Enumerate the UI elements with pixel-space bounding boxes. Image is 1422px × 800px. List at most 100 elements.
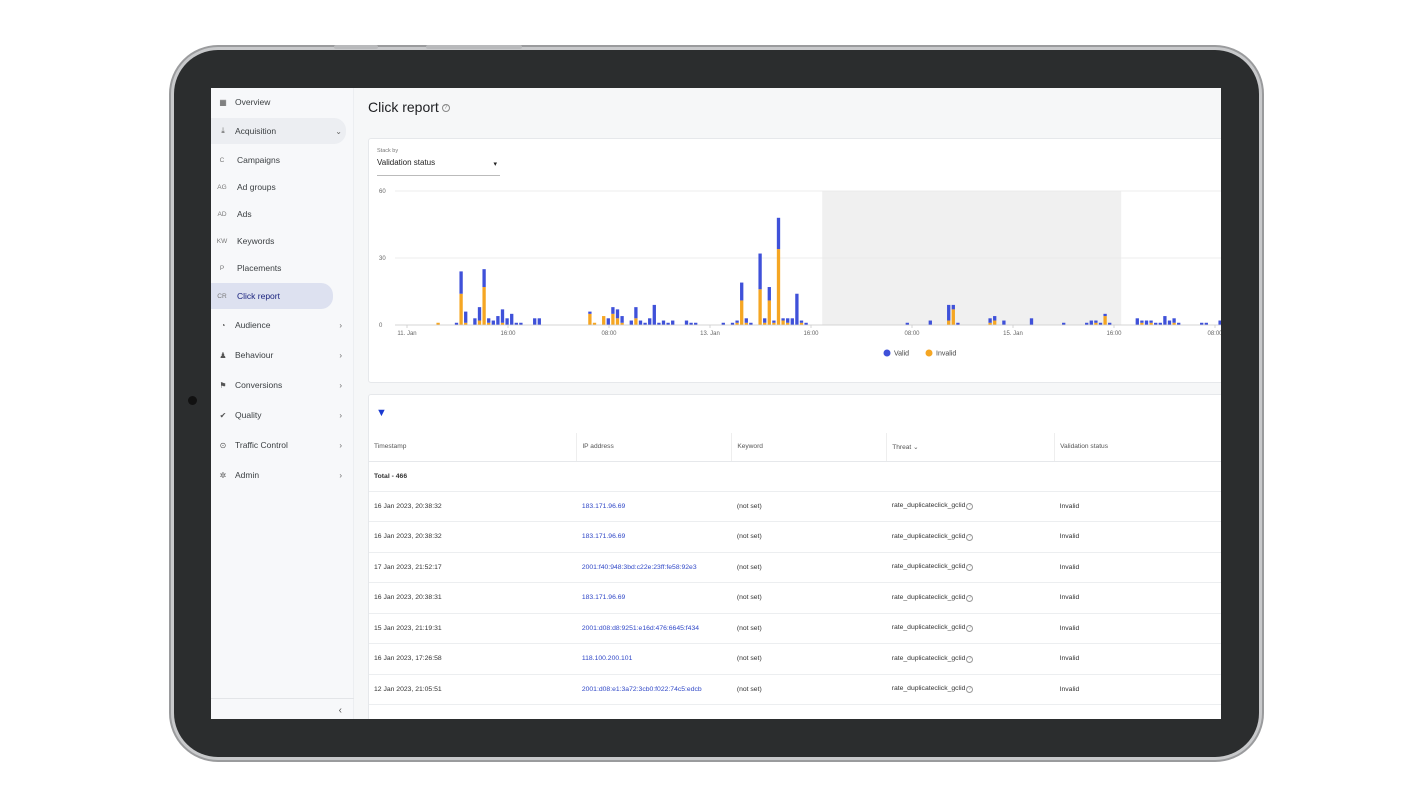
dropdown-arrow-icon: ▾ bbox=[493, 161, 497, 168]
cell-keyword: (not set) bbox=[731, 613, 887, 644]
y-tick-label: 0 bbox=[379, 323, 383, 329]
bar-valid bbox=[464, 311, 468, 323]
bar-valid bbox=[533, 318, 537, 325]
table-row[interactable]: 16 Jan 2023, 17:26:58 118.100.200.101 (not… bbox=[369, 643, 1221, 675]
sidebar-item-label: Campaigns bbox=[237, 155, 280, 165]
cell-ip-address[interactable]: 183.171.96.69 bbox=[576, 491, 732, 522]
bar-valid bbox=[487, 318, 491, 323]
column-header-validation-status[interactable]: Validation status bbox=[1054, 433, 1221, 462]
sidebar-item-conversions[interactable]: ⚑ Conversions › bbox=[211, 372, 346, 398]
sidebar-item-overview[interactable]: ▦ Overview bbox=[211, 89, 346, 115]
bar-valid bbox=[496, 316, 500, 325]
cell-timestamp-text: 12 Jan 2023, 21:05:51 bbox=[374, 685, 442, 693]
bar-invalid bbox=[615, 318, 620, 325]
column-header-ip-address[interactable]: IP address bbox=[576, 433, 733, 462]
cell-ip-address[interactable]: 2001:f40:948:3bd:c22e:23ff:fe58:92e3 bbox=[576, 552, 732, 583]
bar-invalid bbox=[776, 249, 781, 325]
cell-threat: rate_duplicateclick_gclid? bbox=[886, 674, 1055, 705]
cell-ip-address[interactable]: 2001:d08:d8:9251:e16d:476:6645:f434 bbox=[576, 613, 732, 644]
table-row[interactable]: 17 Jan 2023, 21:52:17 2001:f40:948:3bd:c2… bbox=[369, 552, 1221, 583]
sidebar-item-abbr: AG bbox=[217, 183, 227, 191]
table-row[interactable]: 16 Jan 2023, 20:38:31 183.171.96.69 (not s… bbox=[369, 582, 1221, 614]
sidebar: ▦ Overview ⤓ Acquisition ⌄ C Campaigns A… bbox=[211, 88, 354, 719]
table-row[interactable]: 12 Jan 2023, 21:05:51 2001:d08:e1:3a72:3c… bbox=[369, 674, 1221, 705]
bar-invalid bbox=[781, 320, 785, 325]
bar-valid bbox=[1029, 318, 1034, 325]
cell-keyword: (not set) bbox=[731, 643, 887, 675]
cell-timestamp-text: 16 Jan 2023, 20:38:32 bbox=[374, 533, 442, 541]
legend-swatch bbox=[925, 349, 933, 357]
sidebar-item-traffic-control[interactable]: ⊙ Traffic Control › bbox=[211, 432, 346, 458]
filter-icon[interactable]: ▼ bbox=[376, 407, 387, 419]
chevron-right-icon: › bbox=[339, 470, 342, 480]
table-row[interactable]: 15 Jan 2023, 21:19:31 2001:d08:d8:9251:e1… bbox=[369, 613, 1221, 644]
bar-valid bbox=[634, 307, 638, 319]
sidebar-item-keywords[interactable]: KW Keywords bbox=[211, 228, 346, 254]
bar-valid bbox=[1218, 320, 1221, 325]
sidebar-item-click-report[interactable]: CR Click report bbox=[211, 283, 333, 309]
sidebar-item-audience[interactable]: ◔ Audience › bbox=[211, 312, 346, 338]
cell-ip-address[interactable]: 118.100.200.101 bbox=[576, 643, 732, 675]
column-header-threat[interactable]: Threat ⌄ bbox=[886, 433, 1056, 462]
sidebar-item-label: Admin bbox=[235, 470, 260, 480]
column-header-keyword[interactable]: Keyword bbox=[731, 433, 888, 462]
cell-timestamp: 16 Jan 2023, 20:38:32 bbox=[369, 491, 577, 522]
bar-invalid bbox=[482, 287, 486, 325]
bar-valid bbox=[1140, 320, 1144, 323]
sidebar-item-campaigns[interactable]: C Campaigns bbox=[211, 147, 346, 173]
bar-valid bbox=[620, 316, 624, 323]
table-row[interactable]: 16 Jan 2023, 20:38:32 183.171.96.69 (not s… bbox=[369, 491, 1221, 522]
column-header-timestamp[interactable]: Timestamp bbox=[369, 433, 578, 462]
bar-valid bbox=[1002, 320, 1006, 325]
table-header-row: Timestamp IP address Keyword Threat ⌄ Va… bbox=[369, 433, 1221, 462]
table-row[interactable]: 16 Jan 2023, 20:38:32 183.171.96.69 (not s… bbox=[369, 521, 1221, 553]
threat-help-icon[interactable]: ? bbox=[966, 655, 974, 663]
target-icon: ⊙ bbox=[219, 440, 227, 450]
cell-ip-address[interactable]: 183.171.96.69 bbox=[576, 521, 732, 553]
sidebar-item-ads[interactable]: AD Ads bbox=[211, 201, 346, 227]
cell-timestamp: 12 Jan 2023, 21:05:51 bbox=[369, 674, 577, 705]
x-tick-label: 16:00 bbox=[500, 331, 516, 337]
sidebar-item-quality[interactable]: ✔ Quality › bbox=[211, 402, 346, 428]
threat-help-icon[interactable]: ? bbox=[966, 564, 974, 572]
sidebar-item-placements[interactable]: P Placements bbox=[211, 255, 346, 281]
cell-validation-status: Invalid bbox=[1054, 674, 1221, 705]
x-tick-label: 15. Jan bbox=[1003, 331, 1023, 337]
cell-validation-status-text: Invalid bbox=[1059, 655, 1080, 663]
bar-valid bbox=[767, 287, 771, 301]
bar-invalid bbox=[588, 313, 592, 325]
cell-validation-status-text: Invalid bbox=[1059, 563, 1080, 571]
cell-ip-address[interactable]: 183.171.96.69 bbox=[576, 582, 732, 614]
sidebar-item-acquisition[interactable]: ⤓ Acquisition ⌄ bbox=[211, 118, 346, 144]
threat-help-icon[interactable]: ? bbox=[966, 594, 974, 602]
threat-help-icon[interactable]: ? bbox=[966, 686, 974, 694]
legend-label: Valid bbox=[894, 351, 909, 358]
x-tick-label: 08:00 bbox=[1207, 331, 1221, 337]
threat-help-icon[interactable]: ? bbox=[966, 533, 974, 541]
sidebar-item-behaviour[interactable]: ♟ Behaviour › bbox=[211, 342, 346, 368]
cell-ip-address[interactable]: 2001:d08:e1:3a72:3cb0:f022:74c5:edcb bbox=[576, 674, 732, 705]
x-tick-label: 16:00 bbox=[803, 331, 819, 337]
cell-threat-text: rate_duplicateclick_gclid bbox=[891, 563, 966, 571]
cell-ip-address-text: 183.171.96.69 bbox=[581, 502, 626, 510]
stack-by-select[interactable]: Validation status ▾ bbox=[377, 158, 500, 176]
sidebar-item-ad-groups[interactable]: AG Ad groups bbox=[211, 174, 346, 200]
cell-timestamp: 16 Jan 2023, 17:26:58 bbox=[369, 643, 577, 675]
chevron-right-icon: › bbox=[339, 380, 342, 390]
cell-threat: rate_duplicateclick_gclid? bbox=[886, 552, 1055, 583]
cell-keyword: (not set) bbox=[731, 674, 887, 705]
bar-invalid bbox=[1103, 316, 1107, 325]
sidebar-item-admin[interactable]: ✲ Admin › bbox=[211, 462, 346, 488]
bar-valid bbox=[510, 313, 514, 325]
sidebar-collapse-bar: ‹ bbox=[211, 698, 354, 719]
help-icon[interactable]: ? bbox=[441, 104, 450, 113]
bar-valid bbox=[1144, 320, 1149, 325]
threat-help-icon[interactable]: ? bbox=[966, 503, 974, 511]
sidebar-item-label: Conversions bbox=[235, 380, 283, 390]
bar-valid bbox=[1094, 320, 1098, 323]
cell-timestamp: 16 Jan 2023, 20:38:32 bbox=[369, 521, 577, 553]
sidebar-item-label: Behaviour bbox=[235, 350, 274, 360]
bar-valid bbox=[1089, 320, 1093, 325]
threat-help-icon[interactable]: ? bbox=[966, 625, 974, 633]
collapse-sidebar-button[interactable]: ‹ bbox=[339, 705, 342, 716]
